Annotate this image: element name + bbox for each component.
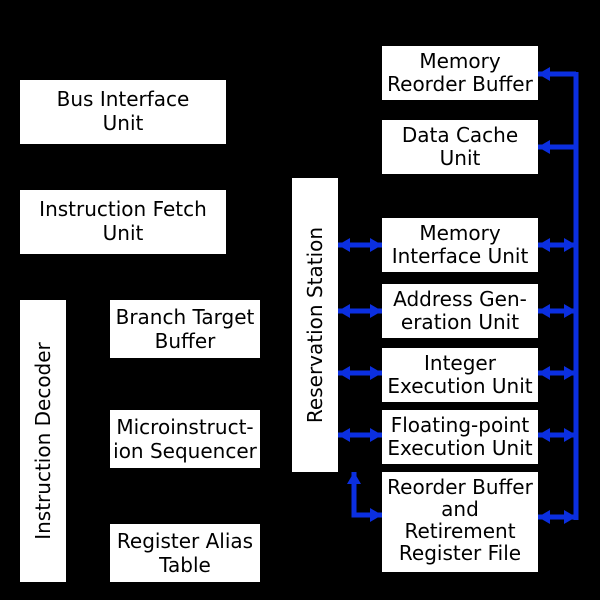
register-alias-table-line1: Register Alias [117, 529, 253, 553]
bus-interface-unit-block: Bus Interface Unit [20, 80, 226, 144]
svg-text:Address Gen-: Address Gen- [393, 287, 527, 311]
address-generation-unit-block: Address Gen- eration Unit [382, 284, 538, 338]
svg-text:and: and [441, 497, 479, 521]
branch-target-buffer-line1: Branch Target [116, 305, 255, 329]
svg-text:Retirement: Retirement [404, 519, 515, 543]
microinstruction-sequencer-line1: Microinstruct- [116, 415, 253, 439]
svg-text:Table: Table [158, 553, 211, 577]
memory-interface-unit-line1: Memory [419, 221, 501, 245]
svg-text:Instruction Decoder: Instruction Decoder [31, 341, 55, 539]
data-cache-unit-line1: Data Cache [402, 123, 518, 147]
rob-line1: Reorder Buffer [387, 475, 533, 499]
svg-text:Interface Unit: Interface Unit [392, 244, 529, 268]
microinstruction-sequencer-line2: ion Sequencer [113, 439, 257, 463]
floating-point-execution-unit-block: Floating-point Execution Unit [382, 410, 538, 464]
register-alias-table-line2: Table [158, 553, 211, 577]
svg-text:Execution Unit: Execution Unit [387, 374, 532, 398]
svg-text:eration Unit: eration Unit [401, 310, 519, 334]
memory-reorder-buffer-block: Memory Reorder Buffer [382, 46, 538, 100]
microinstruction-sequencer-block: Microinstruct- ion Sequencer [110, 410, 260, 468]
svg-text:Reservation Station: Reservation Station [303, 227, 327, 423]
register-alias-table-block: Register Alias Table [110, 524, 260, 582]
instruction-fetch-unit-block: Instruction Fetch Unit [20, 190, 226, 254]
svg-text:Execution Unit: Execution Unit [387, 436, 532, 460]
reservation-station-block: Reservation Station [292, 178, 338, 472]
memory-reorder-buffer-line1: Memory [419, 49, 501, 73]
bus-interface-unit-line1: Bus Interface [57, 87, 190, 111]
svg-text:Memory: Memory [419, 49, 501, 73]
svg-text:Floating-point: Floating-point [391, 413, 530, 437]
rob-line4: Register File [399, 541, 521, 565]
svg-text:Memory: Memory [419, 221, 501, 245]
data-cache-unit-block: Data Cache Unit [382, 120, 538, 174]
svg-text:Data Cache: Data Cache [402, 123, 518, 147]
integer-execution-unit-block: Integer Execution Unit [382, 348, 538, 402]
svg-text:Microinstruct-: Microinstruct- [116, 415, 253, 439]
reservation-station-label: Reservation Station [303, 227, 327, 423]
address-generation-unit-line1: Address Gen- [393, 287, 527, 311]
rob-line2: and [441, 497, 479, 521]
instruction-fetch-unit-line2: Unit [103, 221, 144, 245]
svg-text:Unit: Unit [103, 111, 144, 135]
bus-interface-unit-line2: Unit [103, 111, 144, 135]
reorder-buffer-retirement-register-file-block: Reorder Buffer and Retirement Register F… [382, 472, 538, 572]
instruction-fetch-unit-line1: Instruction Fetch [39, 197, 207, 221]
integer-execution-unit-line1: Integer [424, 351, 497, 375]
floating-point-execution-unit-line2: Execution Unit [387, 436, 532, 460]
svg-text:Bus Interface: Bus Interface [57, 87, 190, 111]
svg-text:Register File: Register File [399, 541, 521, 565]
integer-execution-unit-line2: Execution Unit [387, 374, 532, 398]
data-cache-unit-line2: Unit [440, 146, 481, 170]
svg-text:Reorder Buffer: Reorder Buffer [387, 72, 533, 96]
svg-text:Branch Target: Branch Target [116, 305, 255, 329]
svg-text:Instruction Fetch: Instruction Fetch [39, 197, 207, 221]
rob-line3: Retirement [404, 519, 515, 543]
floating-point-execution-unit-line1: Floating-point [391, 413, 530, 437]
memory-interface-unit-line2: Interface Unit [392, 244, 529, 268]
svg-text:ion Sequencer: ion Sequencer [113, 439, 257, 463]
svg-text:Reorder Buffer: Reorder Buffer [387, 475, 533, 499]
instruction-decoder-block: Instruction Decoder [20, 300, 66, 582]
memory-interface-unit-block: Memory Interface Unit [382, 218, 538, 272]
memory-reorder-buffer-line2: Reorder Buffer [387, 72, 533, 96]
svg-text:Register Alias: Register Alias [117, 529, 253, 553]
branch-target-buffer-line2: Buffer [155, 329, 216, 353]
svg-text:Buffer: Buffer [155, 329, 216, 353]
instruction-decoder-label: Instruction Decoder [31, 341, 55, 539]
svg-text:Integer: Integer [424, 351, 497, 375]
svg-text:Unit: Unit [103, 221, 144, 245]
address-generation-unit-line2: eration Unit [401, 310, 519, 334]
branch-target-buffer-block: Branch Target Buffer [110, 300, 260, 358]
svg-text:Unit: Unit [440, 146, 481, 170]
